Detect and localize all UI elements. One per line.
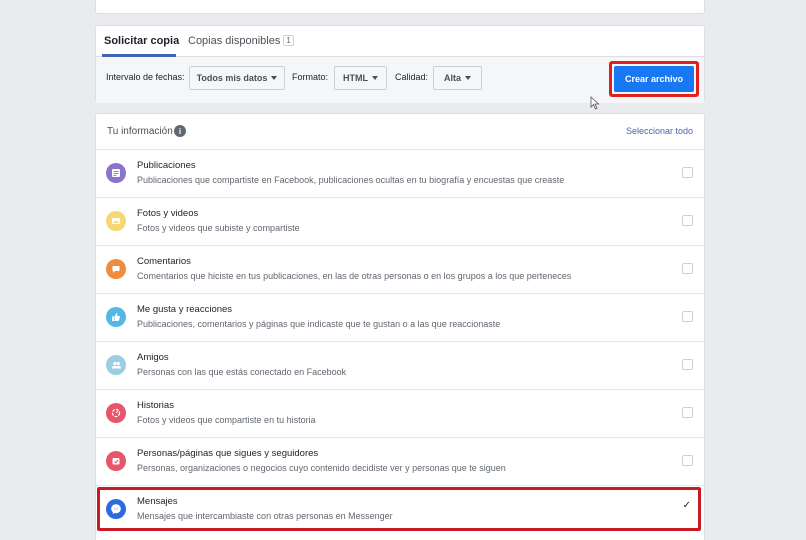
quality-dropdown[interactable]: Alta [433, 66, 482, 90]
comment-icon [106, 259, 126, 279]
category-description: Personas con las que estás conectado en … [137, 367, 347, 377]
chevron-down-icon [372, 76, 378, 80]
photo-icon [106, 211, 126, 231]
category-row-stories[interactable]: Historias Fotos y videos que compartiste… [96, 389, 704, 437]
filter-bar: Intervalo de fechas: Todos mis datos For… [96, 57, 704, 103]
your-information-card: Tu información i Seleccionar todo Public… [95, 113, 705, 540]
format-value: HTML [343, 73, 368, 83]
quality-label: Calidad: [395, 72, 429, 82]
category-checkbox[interactable] [682, 311, 693, 322]
category-title: Fotos y videos [137, 208, 199, 219]
previous-card [95, 0, 705, 14]
category-row-messages[interactable]: Mensajes Mensajes que intercambiaste con… [96, 485, 704, 533]
category-title: Comentarios [137, 256, 191, 267]
category-checkbox[interactable] [682, 167, 693, 178]
category-description: Fotos y videos que compartiste en tu his… [137, 415, 316, 425]
request-copy-card: Solicitar copia Copias disponibles 1 Inte… [95, 25, 705, 103]
create-file-highlight: Crear archivo [609, 61, 699, 97]
category-title: Amigos [137, 352, 169, 363]
category-row-photos-videos[interactable]: Fotos y videos Fotos y videos que subist… [96, 197, 704, 245]
category-description: Publicaciones, comentarios y páginas que… [137, 319, 501, 329]
friends-icon [106, 355, 126, 375]
posts-icon [106, 163, 126, 183]
chevron-down-icon [465, 76, 471, 80]
category-checkbox[interactable] [682, 263, 693, 274]
like-icon [106, 307, 126, 327]
category-description: Personas, organizaciones o negocios cuyo… [137, 463, 506, 473]
messenger-icon [106, 499, 126, 519]
date-range-label: Intervalo de fechas: [106, 72, 185, 82]
information-header: Tu información i Seleccionar todo [96, 114, 704, 149]
category-description: Fotos y videos que subiste y compartiste [137, 223, 300, 233]
tab-bar: Solicitar copia Copias disponibles 1 [96, 26, 704, 57]
format-dropdown[interactable]: HTML [334, 66, 387, 90]
category-row-friends[interactable]: Amigos Personas con las que estás conect… [96, 341, 704, 389]
date-range-dropdown[interactable]: Todos mis datos [189, 66, 285, 90]
category-title: Mensajes [137, 496, 178, 507]
date-range-value: Todos mis datos [196, 73, 268, 83]
tab-available-copies[interactable]: Copias disponibles 1 [188, 35, 294, 47]
category-title: Personas/páginas que sigues y seguidores [137, 448, 319, 459]
category-checkbox[interactable] [682, 215, 693, 226]
available-copies-count: 1 [283, 35, 294, 46]
category-row-comments[interactable]: Comentarios Comentarios que hiciste en t… [96, 245, 704, 293]
create-file-button[interactable]: Crear archivo [614, 66, 694, 92]
category-description: Mensajes que intercambiaste con otras pe… [137, 511, 393, 521]
category-description: Publicaciones que compartiste en Faceboo… [137, 175, 565, 185]
category-row-following-followers[interactable]: Personas/páginas que sigues y seguidores… [96, 437, 704, 485]
format-label: Formato: [292, 72, 329, 82]
category-checkbox[interactable] [682, 407, 693, 418]
chevron-down-icon [271, 76, 278, 80]
category-title: Historias [137, 400, 174, 411]
category-checkbox[interactable] [682, 359, 693, 370]
checkmark-icon[interactable]: ✓ [683, 500, 691, 511]
category-title: Publicaciones [137, 160, 196, 171]
category-checkbox[interactable] [682, 455, 693, 466]
category-row-likes-reactions[interactable]: Me gusta y reacciones Publicaciones, com… [96, 293, 704, 341]
tab-request-copy[interactable]: Solicitar copia [104, 35, 179, 47]
info-icon[interactable]: i [174, 125, 186, 137]
tab-available-copies-label: Copias disponibles [188, 35, 281, 47]
select-all-link[interactable]: Seleccionar todo [626, 126, 693, 136]
category-row-posts[interactable]: Publicaciones Publicaciones que comparti… [96, 149, 704, 197]
stories-icon [106, 403, 126, 423]
mouse-pointer-icon [590, 96, 600, 110]
quality-value: Alta [443, 73, 461, 83]
information-title: Tu información [107, 126, 173, 137]
following-icon [106, 451, 126, 471]
category-description: Comentarios que hiciste en tus publicaci… [137, 271, 572, 281]
category-title: Me gusta y reacciones [137, 304, 233, 315]
